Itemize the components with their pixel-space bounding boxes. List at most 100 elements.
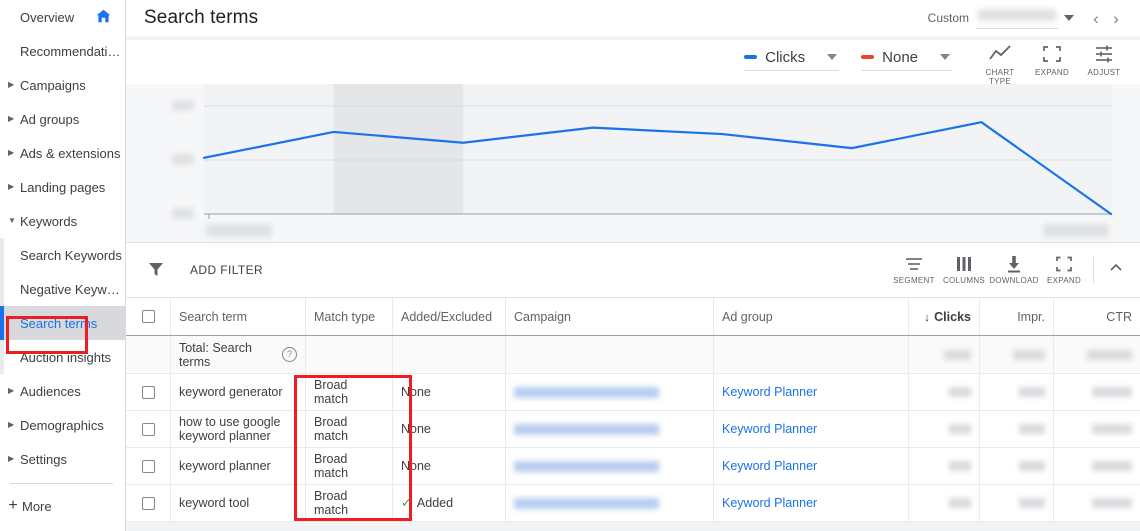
sidebar-item-label: Campaigns	[20, 77, 86, 93]
cell-ad-group[interactable]: Keyword Planner	[714, 448, 909, 484]
ad-group-link[interactable]: Keyword Planner	[722, 422, 817, 436]
ad-group-link[interactable]: Keyword Planner	[722, 496, 817, 510]
column-header-ctr[interactable]: CTR	[1054, 298, 1140, 335]
chevron-down-icon[interactable]	[827, 54, 838, 60]
cell-added-excluded: ✓ Added	[393, 485, 506, 521]
table-row[interactable]: keyword tool Broad match ✓ Added Keyword Pla…	[126, 485, 1140, 522]
table-row[interactable]: how to use google keyword planner Broad m…	[126, 411, 1140, 448]
expand-icon	[1039, 255, 1089, 275]
column-header-search-term[interactable]: Search term	[171, 298, 306, 335]
chevron-right-icon[interactable]: ▶	[8, 421, 18, 429]
sidebar-item-label: Ad groups	[20, 111, 80, 127]
table-row[interactable]: keyword generator Broad match None Keyword …	[126, 374, 1140, 411]
row-checkbox[interactable]	[141, 459, 155, 473]
chevron-right-icon[interactable]: ▶	[8, 149, 18, 157]
cell-ad-group[interactable]: Keyword Planner	[714, 411, 909, 447]
cell-ad-group[interactable]: Keyword Planner	[714, 485, 909, 521]
cell-ctr	[1054, 374, 1140, 410]
cell-clicks	[909, 485, 980, 521]
cell-campaign[interactable]	[506, 448, 714, 484]
row-checkbox-cell[interactable]	[126, 485, 171, 521]
download-caption: DOWNLOAD	[989, 276, 1039, 285]
chart-expand-button[interactable]: EXPAND	[1026, 44, 1078, 77]
sidebar-item-settings[interactable]: ▶ Settings	[0, 442, 125, 476]
cell-campaign[interactable]	[506, 374, 714, 410]
row-checkbox[interactable]	[141, 385, 155, 399]
row-checkbox-cell[interactable]	[126, 448, 171, 484]
campaign-link-blurred[interactable]	[514, 423, 659, 435]
chart-type-button[interactable]: CHART TYPE	[974, 44, 1026, 86]
campaign-link-blurred[interactable]	[514, 460, 659, 472]
date-range-control[interactable]: Custom ‹ ›	[928, 8, 1126, 29]
sidebar-item-more[interactable]: + More	[0, 491, 125, 521]
cell-impressions	[980, 374, 1054, 410]
chart-adjust-button[interactable]: ADJUST	[1078, 44, 1130, 77]
select-all-checkbox-cell[interactable]	[126, 298, 171, 335]
table-row[interactable]: keyword planner Broad match None Keyword Pl…	[126, 448, 1140, 485]
chevron-down-icon[interactable]	[940, 54, 950, 60]
cell-campaign[interactable]	[506, 411, 714, 447]
sidebar-item-auction-insights[interactable]: Auction insights	[0, 340, 125, 374]
sidebar-item-search-terms[interactable]: Search terms	[0, 306, 125, 340]
row-checkbox[interactable]	[141, 496, 155, 510]
collapse-panel-button[interactable]	[1100, 261, 1132, 279]
row-checkbox-cell[interactable]	[126, 411, 171, 447]
previous-period-button[interactable]: ‹	[1086, 10, 1106, 27]
help-icon[interactable]: ?	[282, 347, 297, 362]
column-header-ad-group[interactable]: Ad group	[714, 298, 909, 335]
sidebar-item-overview[interactable]: Overview	[0, 0, 125, 34]
sidebar-item-audiences[interactable]: ▶ Audiences	[0, 374, 125, 408]
sidebar-item-campaigns[interactable]: ▶ Campaigns	[0, 68, 125, 102]
ad-group-link[interactable]: Keyword Planner	[722, 385, 817, 399]
segment-caption: SEGMENT	[893, 276, 935, 285]
sidebar-item-negative-keywords[interactable]: Negative Keywords	[0, 272, 125, 306]
columns-button[interactable]: COLUMNS	[939, 255, 989, 285]
sidebar-item-search-keywords[interactable]: Search Keywords	[0, 238, 125, 272]
chevron-down-icon[interactable]	[1064, 15, 1074, 21]
campaign-link-blurred[interactable]	[514, 497, 659, 509]
chevron-down-icon[interactable]: ▼	[8, 217, 18, 225]
home-icon[interactable]	[96, 9, 111, 26]
cell-ad-group[interactable]: Keyword Planner	[714, 374, 909, 410]
column-header-campaign[interactable]: Campaign	[506, 298, 714, 335]
select-all-checkbox[interactable]	[141, 310, 155, 323]
total-ctr-blurred	[1087, 349, 1132, 360]
date-range-value[interactable]	[976, 8, 1058, 29]
chevron-right-icon[interactable]: ▶	[8, 455, 18, 463]
segment-button[interactable]: SEGMENT	[889, 255, 939, 285]
row-checkbox[interactable]	[141, 422, 155, 436]
sidebar-item-demographics[interactable]: ▶ Demographics	[0, 408, 125, 442]
main-content: Search terms Custom ‹ › Clicks None CHAR…	[126, 0, 1140, 531]
column-header-match-type[interactable]: Match type	[306, 298, 393, 335]
campaign-link-blurred[interactable]	[514, 386, 659, 398]
sidebar-item-label: Settings	[20, 451, 67, 467]
chevron-right-icon[interactable]: ▶	[8, 115, 18, 123]
metric-selector-primary[interactable]: Clicks	[744, 44, 840, 71]
chevron-right-icon[interactable]: ▶	[8, 183, 18, 191]
total-impressions-blurred	[1013, 349, 1045, 360]
date-range-value-blurred	[978, 8, 1056, 21]
filter-icon[interactable]	[148, 261, 164, 279]
chevron-right-icon[interactable]: ▶	[8, 387, 18, 395]
next-period-button[interactable]: ›	[1106, 10, 1126, 27]
sidebar-item-recommendations[interactable]: Recommendations	[0, 34, 125, 68]
cell-campaign[interactable]	[506, 485, 714, 521]
metric-selector-secondary[interactable]: None	[861, 44, 952, 71]
add-filter-button[interactable]: ADD FILTER	[190, 263, 263, 277]
chevron-right-icon[interactable]: ▶	[8, 81, 18, 89]
download-button[interactable]: DOWNLOAD	[989, 255, 1039, 285]
table-expand-caption: EXPAND	[1046, 276, 1082, 285]
date-range-label: Custom	[927, 11, 969, 25]
sidebar-item-keywords[interactable]: ▼ Keywords	[0, 204, 125, 238]
column-header-clicks[interactable]: ↓ Clicks	[909, 298, 980, 335]
column-header-impressions[interactable]: Impr.	[980, 298, 1054, 335]
ad-group-link[interactable]: Keyword Planner	[722, 459, 817, 473]
impressions-value-blurred	[1019, 424, 1045, 434]
row-checkbox-cell[interactable]	[126, 374, 171, 410]
table-expand-button[interactable]: EXPAND	[1039, 255, 1089, 285]
sidebar-item-ad-groups[interactable]: ▶ Ad groups	[0, 102, 125, 136]
search-term-text: keyword planner	[179, 459, 271, 473]
column-header-added-excluded[interactable]: Added/Excluded	[393, 298, 506, 335]
sidebar-item-landing-pages[interactable]: ▶ Landing pages	[0, 170, 125, 204]
sidebar-item-ads-extensions[interactable]: ▶ Ads & extensions	[0, 136, 125, 170]
